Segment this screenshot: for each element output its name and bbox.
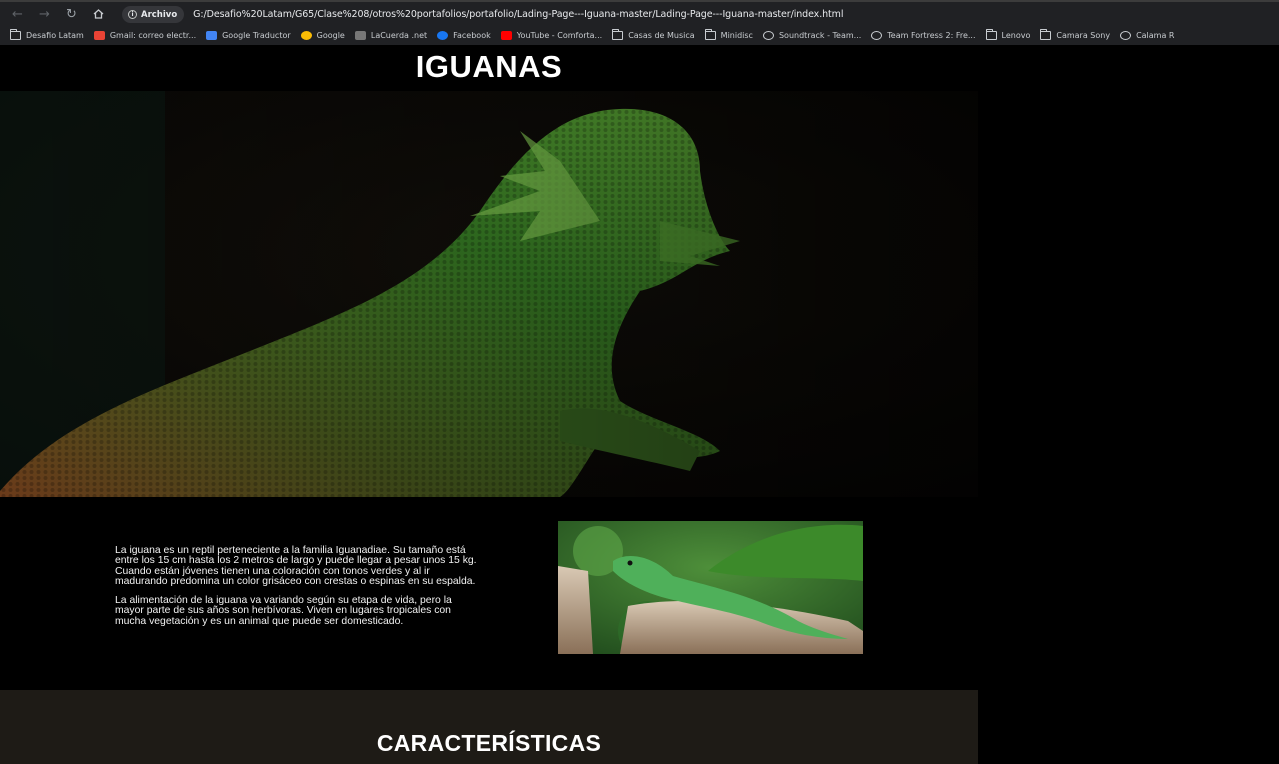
bookmark-label: Minidisc [720, 31, 753, 40]
features-title: CARACTERÍSTICAS [376, 730, 602, 756]
home-icon [93, 9, 104, 19]
site-info-label: Archivo [141, 9, 178, 20]
facebook-icon [437, 31, 449, 40]
bookmark-label: LaCuerda .net [370, 31, 428, 40]
translate-icon [206, 31, 218, 40]
url-text[interactable]: G:/Desafio%20Latam/G65/Clase%208/otros%2… [193, 9, 843, 20]
globe-icon [762, 31, 774, 40]
bookmark-label: Google [316, 31, 345, 40]
intro-paragraph-1: La iguana es un reptil perteneciente a l… [115, 545, 477, 587]
bookmark-item[interactable]: Camara Sony [1040, 29, 1111, 40]
bookmark-item[interactable]: Calama R [1120, 31, 1174, 40]
page-title: IGUANAS [415, 49, 563, 84]
bookmark-label: Lenovo [1001, 31, 1031, 40]
bookmark-item[interactable]: Desafio Latam [10, 29, 84, 40]
intro-paragraph-2: La alimentación de la iguana va variando… [115, 595, 452, 627]
site-info-chip[interactable]: i Archivo [122, 6, 185, 23]
bookmark-label: Desafio Latam [26, 31, 84, 40]
folder-icon [10, 29, 21, 40]
intro-text: La iguana es un reptil perteneciente a l… [115, 545, 480, 636]
bookmark-label: Facebook [453, 31, 491, 40]
hero-image [0, 91, 978, 497]
bookmark-label: Calama R [1136, 31, 1175, 40]
bookmark-item[interactable]: Facebook [437, 31, 491, 40]
bookmark-item[interactable]: Lenovo [985, 29, 1031, 40]
browser-toolbar: ← → ↻ i Archivo G:/Desafio%20Latam/G65/C… [0, 2, 1279, 26]
bookmark-label: Team Fortress 2: Fre... [887, 31, 976, 40]
google-icon [300, 31, 312, 40]
bookmark-label: Google Traductor [222, 31, 291, 40]
folder-icon [985, 29, 997, 40]
folder-icon [704, 29, 716, 40]
bookmark-item[interactable]: Minidisc [704, 29, 753, 40]
bearded-dragon-photo [0, 91, 978, 497]
folder-icon [612, 29, 624, 40]
bookmark-item[interactable]: YouTube - Comforta... [500, 31, 603, 40]
arrow-left-icon: ← [12, 6, 23, 22]
back-button[interactable]: ← [4, 2, 31, 26]
bookmark-item[interactable]: Gmail: correo electr... [93, 31, 197, 40]
globe-icon [871, 31, 883, 40]
bookmark-label: Casas de Musica [628, 31, 695, 40]
bookmark-label: Soundtrack - Team... [778, 31, 862, 40]
forward-button[interactable]: → [31, 2, 58, 26]
youtube-icon [500, 31, 512, 40]
bookmark-item[interactable]: Google [300, 31, 345, 40]
globe-icon [1120, 31, 1132, 40]
reload-button[interactable]: ↻ [58, 2, 85, 26]
reload-icon: ↻ [66, 6, 77, 22]
bookmark-item[interactable]: Team Fortress 2: Fre... [871, 31, 976, 40]
address-bar[interactable]: i Archivo G:/Desafio%20Latam/G65/Clase%2… [118, 5, 1279, 24]
bookmarks-bar: Desafio Latam Gmail: correo electr... Goog… [0, 26, 1279, 45]
folder-icon [1040, 29, 1052, 40]
gmail-icon [93, 31, 105, 40]
info-icon: i [128, 10, 137, 19]
page-content: IGUANAS La iguana es un reptil perteneci… [0, 45, 1279, 764]
iguana-photo [558, 521, 863, 654]
home-button[interactable] [85, 2, 112, 26]
bookmark-label: YouTube - Comforta... [516, 31, 603, 40]
bookmark-label: Camara Sony [1056, 31, 1111, 40]
lacuerda-icon [354, 31, 366, 40]
bookmark-item[interactable]: Soundtrack - Team... [762, 31, 862, 40]
arrow-right-icon: → [39, 6, 50, 22]
bookmark-item[interactable]: Google Traductor [206, 31, 291, 40]
bookmark-label: Gmail: correo electr... [109, 31, 197, 40]
bookmark-item[interactable]: LaCuerda .net [354, 31, 428, 40]
features-section: CARACTERÍSTICAS [0, 690, 978, 764]
green-iguana-photo [558, 521, 863, 654]
bookmark-item[interactable]: Casas de Musica [612, 29, 695, 40]
